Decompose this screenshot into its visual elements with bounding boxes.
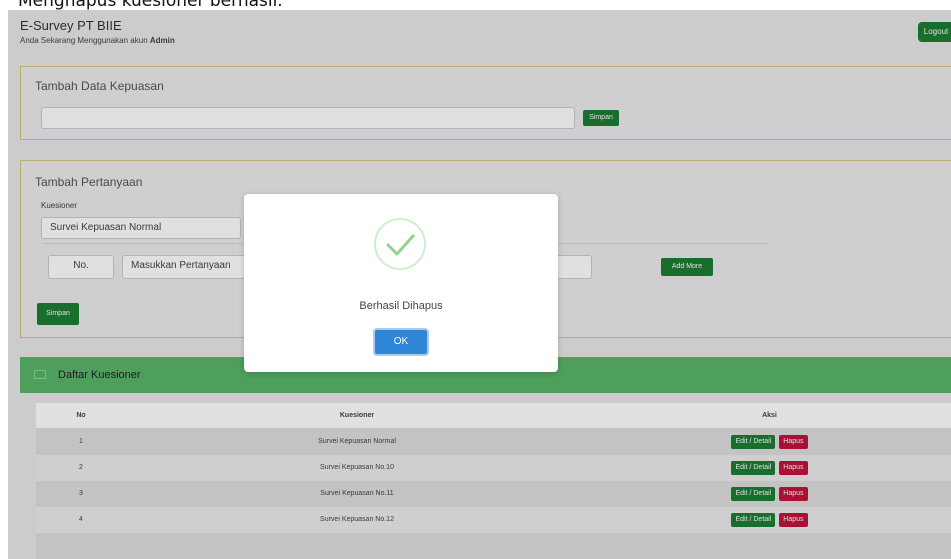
dialog-message: Berhasil Dihapus (359, 300, 443, 312)
ok-button[interactable]: OK (373, 328, 429, 356)
success-dialog: Berhasil Dihapus OK (244, 194, 558, 372)
success-check-icon (374, 218, 426, 270)
